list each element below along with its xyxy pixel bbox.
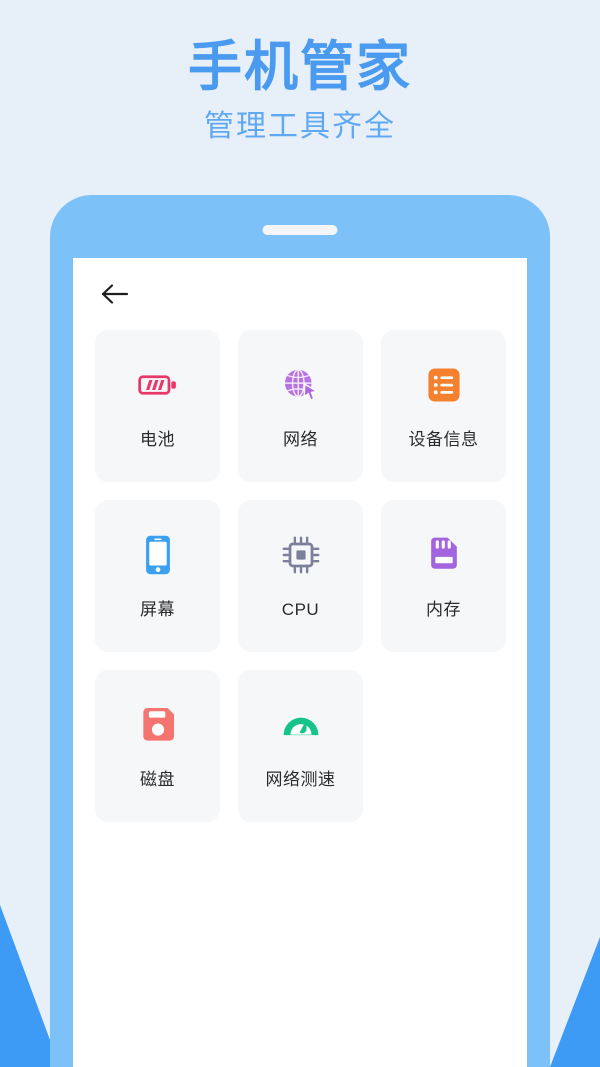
app-header	[73, 258, 527, 330]
phone-screen: 电池 网络 设备信息屏幕 CPU 内存磁盘 网络测速	[73, 258, 527, 1067]
tool-card-battery[interactable]: 电池	[95, 330, 220, 482]
speedometer-icon	[283, 717, 318, 736]
tool-card-sd-card[interactable]: 内存	[381, 500, 506, 652]
back-button[interactable]	[95, 274, 135, 314]
speedometer-icon	[278, 702, 324, 748]
cpu-chip-icon	[278, 532, 324, 578]
tool-label: 网络	[283, 430, 318, 449]
tool-card-speedometer[interactable]: 网络测速	[238, 670, 363, 822]
phone-speaker-bar	[262, 225, 338, 235]
tool-label: 网络测速	[265, 770, 336, 789]
tool-card-floppy-disk[interactable]: 磁盘	[95, 670, 220, 822]
phone-mockup: 电池 网络 设备信息屏幕 CPU 内存磁盘 网络测速	[50, 195, 550, 1067]
battery-icon	[137, 375, 176, 395]
list-icon	[421, 362, 467, 408]
floppy-disk-icon	[142, 708, 174, 741]
app-title: 手机管家	[188, 37, 412, 97]
list-icon	[427, 368, 460, 402]
phone-icon	[145, 535, 170, 575]
sd-card-icon	[430, 537, 457, 569]
headline-block: 手机管家 管理工具齐全	[0, 34, 600, 148]
tool-card-list[interactable]: 设备信息	[381, 330, 506, 482]
tool-label: CPU	[281, 600, 320, 619]
tool-card-cpu-chip[interactable]: CPU	[238, 500, 363, 652]
promo-banner: 手机管家 管理工具齐全 电池 网络 设备信息屏幕 CPU 内存磁盘 网络测速	[0, 0, 600, 1067]
tool-card-phone[interactable]: 屏幕	[95, 500, 220, 652]
globe-cursor-icon	[284, 369, 318, 401]
sd-card-icon	[421, 532, 467, 578]
tool-label: 屏幕	[140, 600, 175, 619]
tool-label: 内存	[426, 600, 461, 619]
battery-icon	[135, 362, 181, 408]
phone-icon	[135, 532, 181, 578]
tool-label: 设备信息	[408, 430, 479, 449]
floppy-disk-icon	[135, 702, 181, 748]
tool-label: 磁盘	[140, 770, 175, 789]
app-subtitle: 管理工具齐全	[204, 110, 396, 143]
tool-label: 电池	[140, 430, 175, 449]
tool-grid: 电池 网络 设备信息屏幕 CPU 内存磁盘 网络测速	[73, 330, 527, 822]
cpu-chip-icon	[282, 536, 319, 574]
corner-triangle-right	[550, 937, 600, 1067]
tool-card-globe-cursor[interactable]: 网络	[238, 330, 363, 482]
arrow-left-icon	[101, 284, 129, 304]
globe-cursor-icon	[278, 362, 324, 408]
